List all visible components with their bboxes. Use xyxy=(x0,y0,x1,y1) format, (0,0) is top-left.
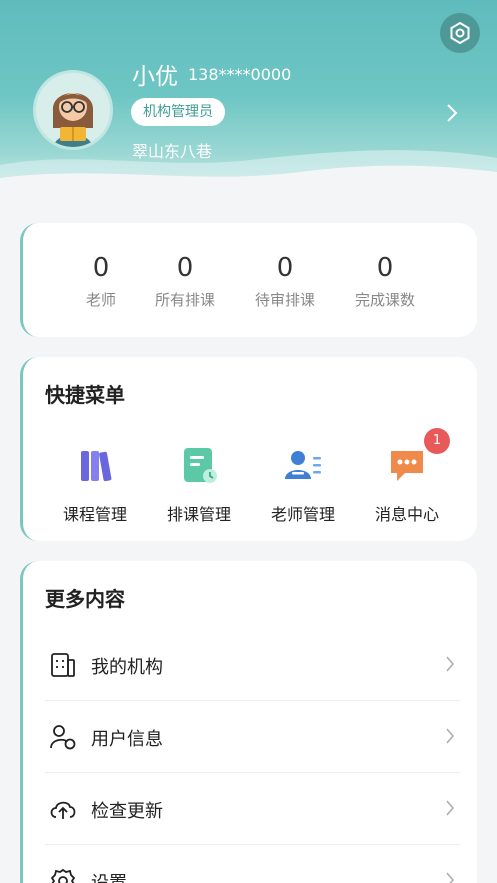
quick-item-label: 老师管理 xyxy=(270,505,335,524)
menu-item-label: 检查更新 xyxy=(91,801,163,822)
schedule-doc-icon xyxy=(184,448,217,483)
avatar[interactable] xyxy=(33,70,113,150)
unread-badge: 1 xyxy=(424,428,450,454)
teacher-list-icon xyxy=(285,451,321,479)
user-location: 翠山东八巷 xyxy=(132,142,213,161)
settings-button[interactable] xyxy=(440,13,480,53)
stat-label: 完成课数 xyxy=(354,291,415,309)
quick-item-label: 排课管理 xyxy=(166,505,231,524)
menu-item-label: 设置 xyxy=(91,869,127,883)
chevron-right-icon[interactable] xyxy=(444,102,460,124)
quick-item-label: 消息中心 xyxy=(374,505,439,524)
stat-value: 0 xyxy=(276,253,294,283)
stat-value: 0 xyxy=(176,253,194,283)
building-icon xyxy=(51,653,75,677)
chevron-right-icon xyxy=(446,728,454,744)
more-content-title: 更多内容 xyxy=(45,587,125,611)
gear-icon xyxy=(50,868,76,883)
stats-card: 0 老师 0 所有排课 0 待审排课 0 完成课数 xyxy=(20,223,477,337)
user-icon xyxy=(50,725,76,750)
avatar-illustration xyxy=(36,73,110,147)
user-phone: 138****0000 xyxy=(188,65,292,84)
menu-item-my-organization[interactable]: 我的机构 xyxy=(45,629,460,701)
stat-pending-schedules[interactable]: 0 待审排课 xyxy=(235,253,335,310)
books-icon xyxy=(81,451,112,482)
quick-menu-title: 快捷菜单 xyxy=(45,383,125,407)
quick-item-course-management[interactable]: 课程管理 xyxy=(45,445,145,525)
menu-item-settings[interactable]: 设置 xyxy=(45,845,460,883)
quick-menu-card: 快捷菜单 课程管理 排课管理 老师管理 消息中心 xyxy=(20,357,477,541)
chevron-right-icon xyxy=(446,872,454,883)
stat-all-schedules[interactable]: 0 所有排课 xyxy=(135,253,235,310)
stat-label: 待审排课 xyxy=(254,291,315,309)
quick-item-label: 课程管理 xyxy=(62,505,127,524)
menu-item-user-info[interactable]: 用户信息 xyxy=(45,701,460,773)
quick-item-teacher-management[interactable]: 老师管理 xyxy=(253,445,353,525)
cloud-upload-icon xyxy=(50,801,76,819)
quick-item-message-center[interactable]: 消息中心 xyxy=(357,445,457,525)
quick-item-schedule-management[interactable]: 排课管理 xyxy=(149,445,249,525)
header-wave xyxy=(0,150,497,215)
chat-bubble-icon xyxy=(391,451,423,481)
role-badge: 机构管理员 xyxy=(131,98,225,126)
more-content-card: 更多内容 我的机构 用户信息 检查更新 xyxy=(20,561,477,883)
hexagon-settings-icon xyxy=(450,21,470,45)
stat-label: 所有排课 xyxy=(154,291,215,309)
menu-item-label: 用户信息 xyxy=(91,729,163,750)
chevron-right-icon xyxy=(446,656,454,672)
stat-completed-lessons[interactable]: 0 完成课数 xyxy=(335,253,435,310)
chevron-right-icon xyxy=(446,800,454,816)
menu-item-label: 我的机构 xyxy=(91,657,163,678)
menu-item-check-update[interactable]: 检查更新 xyxy=(45,773,460,845)
user-name: 小优 xyxy=(132,64,178,90)
stat-value: 0 xyxy=(376,253,394,283)
